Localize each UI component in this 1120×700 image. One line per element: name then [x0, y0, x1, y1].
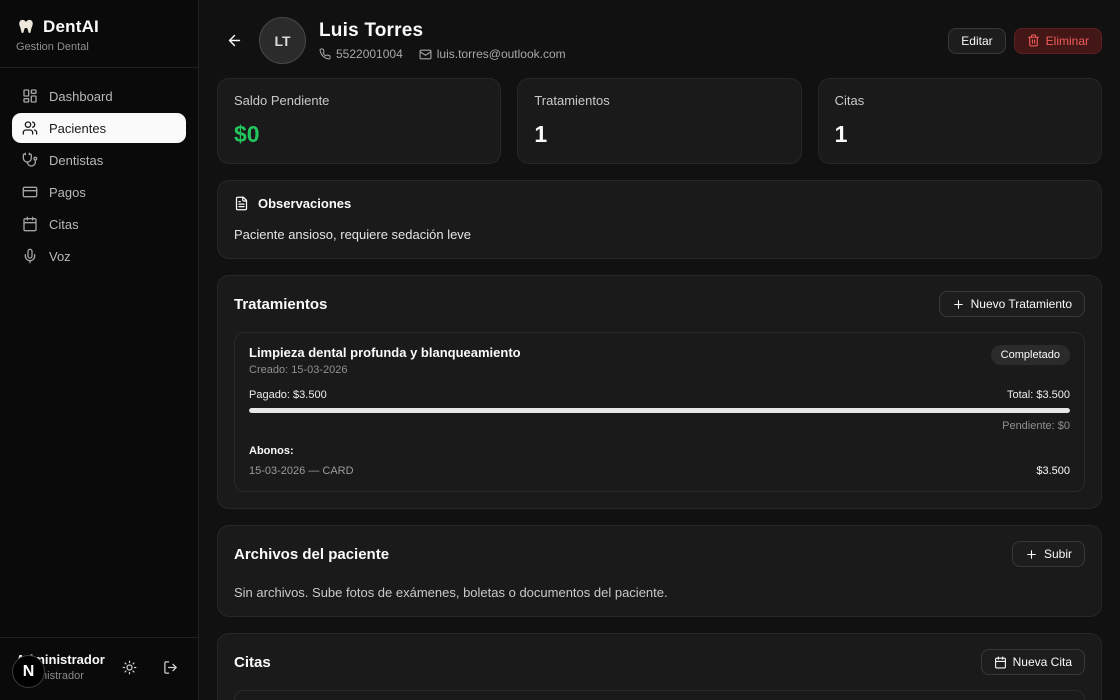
payment-amount: $3.500 [1036, 465, 1070, 477]
calendar-plus-icon [994, 656, 1007, 669]
sidebar-item-dashboard[interactable]: Dashboard [12, 81, 186, 111]
appointments-section: Citas Nueva Cita Primera consulta mié, 1… [217, 633, 1102, 700]
stat-label: Saldo Pendiente [234, 93, 484, 108]
appointments-title: Citas [234, 654, 271, 671]
stat-card-tratamientos: Tratamientos 1 [517, 78, 801, 164]
sidebar-item-label: Dentistas [49, 153, 103, 168]
sidebar-item-label: Pacientes [49, 121, 106, 136]
edit-button[interactable]: Editar [948, 28, 1005, 54]
files-empty-text: Sin archivos. Sube fotos de exámenes, bo… [234, 585, 1085, 600]
observations-title: Observaciones [258, 196, 351, 211]
treatment-created: Creado: 15-03-2026 [249, 364, 521, 376]
payment-detail: 15-03-2026 — CARD [249, 465, 354, 477]
treatment-paid: Pagado: $3.500 [249, 389, 327, 401]
stethoscope-icon [22, 152, 38, 168]
treatments-section: Tratamientos Nuevo Tratamiento Limpieza … [217, 275, 1102, 509]
calendar-icon [22, 216, 38, 232]
observations-text: Paciente ansioso, requiere sedación leve [234, 227, 1085, 242]
app-logo-section: DentAI Gestion Dental [0, 0, 198, 68]
new-appointment-button[interactable]: Nueva Cita [981, 649, 1085, 675]
phone-icon [319, 48, 331, 60]
sidebar-item-citas[interactable]: Citas [12, 209, 186, 239]
stats-row: Saldo Pendiente $0 Tratamientos 1 Citas … [217, 78, 1102, 164]
patient-identity: Luis Torres 5522001004 luis.torres@outlo… [319, 20, 566, 61]
patients-icon [22, 120, 38, 136]
sun-icon [122, 660, 137, 675]
stat-label: Tratamientos [534, 93, 784, 108]
treatment-pending: Pendiente: $0 [249, 420, 1070, 432]
microphone-icon [22, 248, 38, 264]
sidebar-item-label: Voz [49, 249, 71, 264]
patient-avatar: LT [259, 17, 306, 64]
stat-value: $0 [234, 121, 484, 148]
treatment-card[interactable]: Limpieza dental profunda y blanqueamient… [234, 332, 1085, 492]
file-text-icon [234, 196, 249, 211]
sidebar-item-pagos[interactable]: Pagos [12, 177, 186, 207]
treatment-total: Total: $3.500 [1007, 389, 1070, 401]
patient-name: Luis Torres [319, 20, 566, 42]
patient-header: LT Luis Torres 5522001004 luis.torres@ou… [199, 0, 1120, 64]
sidebar: DentAI Gestion Dental Dashboard Paciente… [0, 0, 199, 700]
treatments-title: Tratamientos [234, 296, 327, 313]
payment-row: 15-03-2026 — CARD $3.500 [249, 465, 1070, 477]
trash-icon [1027, 34, 1040, 47]
sidebar-nav: Dashboard Pacientes Dentistas Pagos Cita… [0, 68, 198, 284]
payment-progress-fill [249, 408, 1070, 413]
sidebar-item-voz[interactable]: Voz [12, 241, 186, 271]
stat-label: Citas [835, 93, 1085, 108]
appointment-card[interactable]: Primera consulta mié, 18 mar, 12:00 p. m… [234, 690, 1085, 700]
sidebar-item-pacientes[interactable]: Pacientes [12, 113, 186, 143]
files-title: Archivos del paciente [234, 546, 389, 563]
app-subtitle: Gestion Dental [16, 41, 182, 53]
treatment-status-badge: Completado [991, 345, 1070, 365]
nextjs-dev-badge[interactable]: N [12, 655, 45, 688]
patient-phone: 5522001004 [319, 47, 403, 61]
plus-icon [1025, 548, 1038, 561]
main-content: LT Luis Torres 5522001004 luis.torres@ou… [199, 0, 1120, 700]
mail-icon [419, 48, 432, 61]
back-button[interactable] [222, 28, 247, 53]
new-treatment-button[interactable]: Nuevo Tratamiento [939, 291, 1085, 317]
theme-toggle-button[interactable] [122, 660, 137, 675]
dashboard-icon [22, 88, 38, 104]
sidebar-item-label: Dashboard [49, 89, 113, 104]
upload-button[interactable]: Subir [1012, 541, 1085, 567]
app-title: DentAI [43, 17, 99, 37]
stat-value: 1 [534, 121, 784, 148]
stat-card-saldo: Saldo Pendiente $0 [217, 78, 501, 164]
patient-email: luis.torres@outlook.com [419, 47, 566, 61]
tooth-icon [16, 17, 36, 37]
stat-card-citas: Citas 1 [818, 78, 1102, 164]
sidebar-item-label: Citas [49, 217, 79, 232]
files-section: Archivos del paciente Subir Sin archivos… [217, 525, 1102, 617]
payment-progress-bar [249, 408, 1070, 413]
sidebar-item-label: Pagos [49, 185, 86, 200]
nextjs-logo-icon: N [23, 663, 35, 681]
payments-title: Abonos: [249, 445, 1070, 457]
delete-button[interactable]: Eliminar [1014, 28, 1102, 54]
logout-icon [163, 660, 178, 675]
logout-button[interactable] [163, 660, 178, 675]
observations-card: Observaciones Paciente ansioso, requiere… [217, 180, 1102, 259]
arrow-left-icon [226, 32, 243, 49]
sidebar-item-dentistas[interactable]: Dentistas [12, 145, 186, 175]
credit-card-icon [22, 184, 38, 200]
plus-icon [952, 298, 965, 311]
treatment-name: Limpieza dental profunda y blanqueamient… [249, 345, 521, 360]
stat-value: 1 [835, 121, 1085, 148]
